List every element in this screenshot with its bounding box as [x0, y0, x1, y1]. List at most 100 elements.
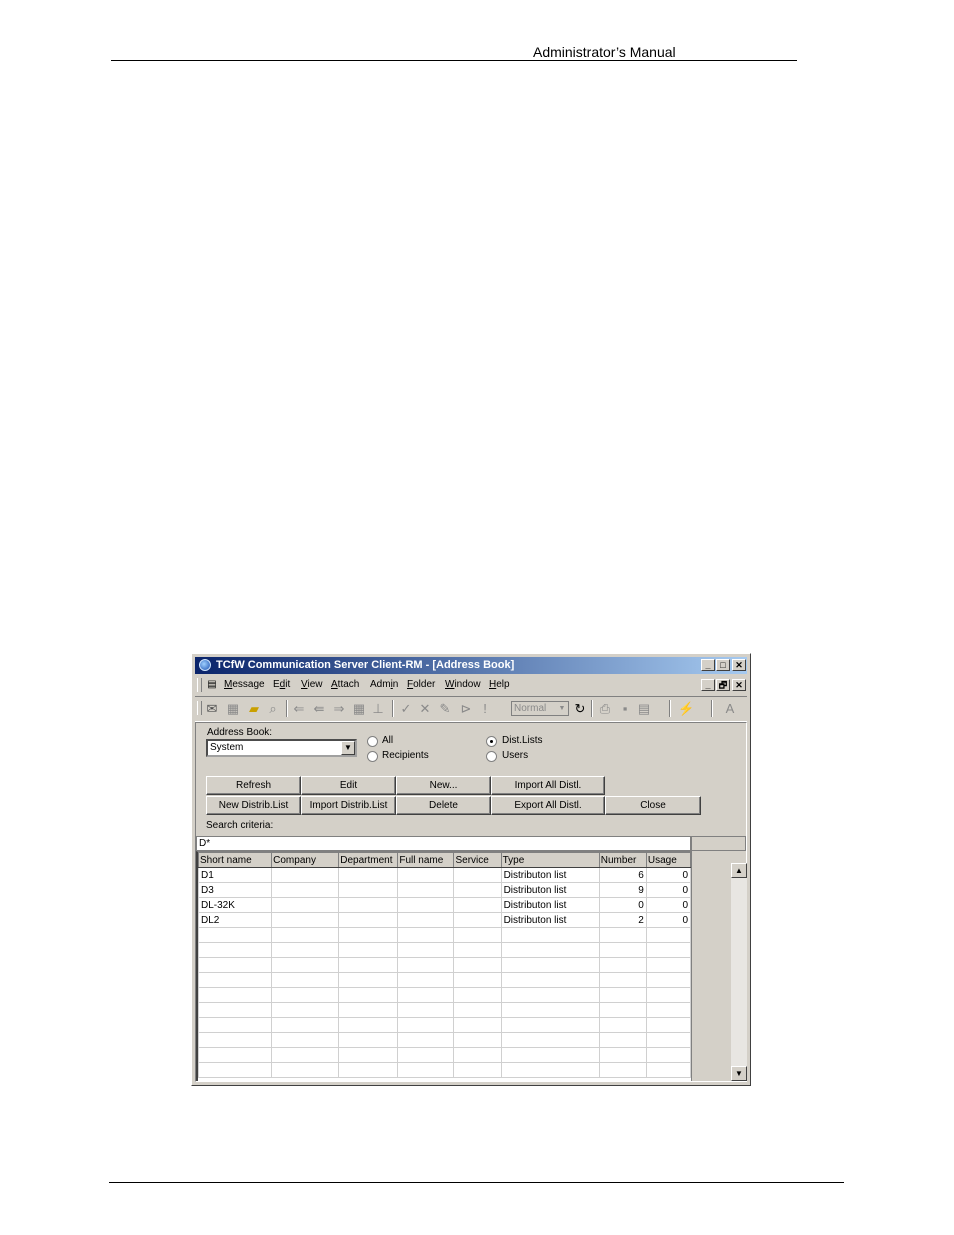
- address-book-select[interactable]: System ▼: [206, 739, 357, 757]
- search-filler: [691, 836, 746, 851]
- scroll-up-icon[interactable]: ▲: [731, 863, 747, 878]
- search-criteria-label: Search criteria:: [206, 820, 274, 831]
- import-all-distl-button[interactable]: Import All Distl.: [491, 776, 605, 795]
- cancel-icon[interactable]: ✕: [417, 701, 433, 716]
- radio-users[interactable]: [486, 751, 497, 762]
- toolbar-separator: [392, 700, 394, 717]
- column-header[interactable]: Service: [453, 852, 502, 868]
- open-folder-icon[interactable]: ▰: [246, 701, 262, 716]
- radio-dist-lists[interactable]: [486, 736, 497, 747]
- urgent-icon[interactable]: !: [477, 701, 493, 716]
- toolbar-separator: [591, 700, 593, 717]
- column-header[interactable]: Usage: [645, 852, 691, 868]
- column-header[interactable]: Number: [598, 852, 647, 868]
- table-cell: [271, 867, 340, 883]
- save-icon[interactable]: ▪: [617, 701, 633, 716]
- menu-admin[interactable]: Admin: [370, 679, 398, 690]
- close-button[interactable]: ✕: [732, 659, 746, 671]
- refresh-button[interactable]: Refresh: [206, 776, 301, 795]
- minimize-button[interactable]: _: [701, 659, 715, 671]
- table-cell: [453, 867, 502, 883]
- table-cell: D1: [198, 867, 273, 883]
- check-icon[interactable]: ✓: [398, 701, 414, 716]
- find-icon[interactable]: ⌕: [265, 701, 281, 716]
- table-cell: Distributon list: [500, 867, 600, 883]
- new-message-icon[interactable]: ✉: [204, 701, 220, 716]
- table-cell: [397, 882, 455, 898]
- table-cell: [271, 882, 340, 898]
- address-icon[interactable]: ▦: [351, 701, 367, 716]
- spell-icon[interactable]: A: [722, 701, 738, 716]
- scroll-down-icon[interactable]: ▼: [731, 1066, 747, 1081]
- table-row[interactable]: D1 Distributon list 6 0: [198, 867, 691, 883]
- menu-folder[interactable]: Folder: [407, 679, 435, 690]
- import-distrib-list-button[interactable]: Import Distrib.List: [301, 796, 396, 815]
- maximize-button[interactable]: □: [716, 659, 730, 671]
- table-cell: [453, 912, 502, 928]
- table-cell: 9: [598, 882, 647, 898]
- menu-help[interactable]: Help: [489, 679, 510, 690]
- document-icon[interactable]: ▤: [636, 701, 652, 716]
- menu-message[interactable]: Message: [224, 679, 265, 690]
- menu-attach[interactable]: Attach: [331, 679, 359, 690]
- new-distrib-list-button[interactable]: New Distrib.List: [206, 796, 301, 815]
- table-row[interactable]: DL2 Distributon list 2 0: [198, 912, 691, 928]
- menu-window[interactable]: Window: [445, 679, 481, 690]
- table-row[interactable]: DL-32K Distributon list 0 0: [198, 897, 691, 913]
- table-cell: Distributon list: [500, 897, 600, 913]
- stamp-icon[interactable]: ⊥: [370, 701, 386, 716]
- radio-recipients-label: Recipients: [382, 750, 429, 761]
- globe-icon: [199, 659, 211, 671]
- radio-all[interactable]: [367, 736, 378, 747]
- table-cell: [338, 882, 399, 898]
- column-header[interactable]: Full name: [397, 852, 455, 868]
- table-cell: 0: [645, 882, 691, 898]
- address-book-panel: Address Book: System ▼ All Recipients Di…: [195, 722, 747, 1082]
- search-input[interactable]: D*: [196, 836, 691, 851]
- forward-icon[interactable]: ⇒: [331, 701, 347, 716]
- sent-icon[interactable]: ▦: [225, 701, 241, 716]
- toolbar-grip[interactable]: [197, 701, 202, 715]
- delete-button[interactable]: Delete: [396, 796, 491, 815]
- window-title: TCfW Communication Server Client-RM - [A…: [216, 659, 515, 671]
- menubar-grip[interactable]: [197, 678, 202, 692]
- vertical-scrollbar[interactable]: ▲ ▼: [731, 863, 747, 1081]
- column-header[interactable]: Department: [338, 852, 399, 868]
- refresh-icon[interactable]: ↻: [572, 701, 588, 716]
- reply-all-icon[interactable]: ⇚: [311, 701, 327, 716]
- mdi-restore-button[interactable]: 🗗: [716, 679, 730, 691]
- menu-view[interactable]: View: [301, 679, 323, 690]
- empty-table-row: [198, 1062, 691, 1078]
- send-receive-icon[interactable]: ⚡: [678, 701, 694, 716]
- table-cell: [453, 897, 502, 913]
- toolbar-separator: [286, 700, 288, 717]
- pen-icon[interactable]: ✎: [437, 701, 453, 716]
- table-cell: D3: [198, 882, 273, 898]
- reply-icon[interactable]: ⇐: [291, 701, 307, 716]
- table-cell: [338, 897, 399, 913]
- title-bar[interactable]: TCfW Communication Server Client-RM - [A…: [195, 657, 747, 674]
- print-icon[interactable]: ⎙: [597, 701, 613, 716]
- mdi-minimize-button[interactable]: _: [701, 679, 715, 691]
- empty-table-row: [198, 957, 691, 973]
- close-dialog-button[interactable]: Close: [605, 796, 701, 815]
- menu-edit[interactable]: Edit: [273, 679, 290, 690]
- table-cell: [338, 867, 399, 883]
- table-cell: DL-32K: [198, 897, 273, 913]
- radio-recipients[interactable]: [367, 751, 378, 762]
- mdi-close-button[interactable]: ✕: [732, 679, 746, 691]
- column-header[interactable]: Short name: [198, 852, 273, 868]
- header-rule: [111, 60, 797, 61]
- column-header[interactable]: Company: [271, 852, 340, 868]
- column-header[interactable]: Type: [500, 852, 600, 868]
- edit-button[interactable]: Edit: [301, 776, 396, 795]
- new-button[interactable]: New...: [396, 776, 491, 795]
- export-all-distl-button[interactable]: Export All Distl.: [491, 796, 605, 815]
- next-icon[interactable]: ⊳: [458, 701, 474, 716]
- empty-table-row: [198, 1002, 691, 1018]
- priority-combo[interactable]: Normal ▼: [511, 701, 569, 716]
- toolbar-separator: [669, 700, 671, 717]
- chevron-down-icon[interactable]: ▼: [341, 741, 355, 755]
- document-icon[interactable]: ▤: [204, 677, 220, 692]
- table-row[interactable]: D3 Distributon list 9 0: [198, 882, 691, 898]
